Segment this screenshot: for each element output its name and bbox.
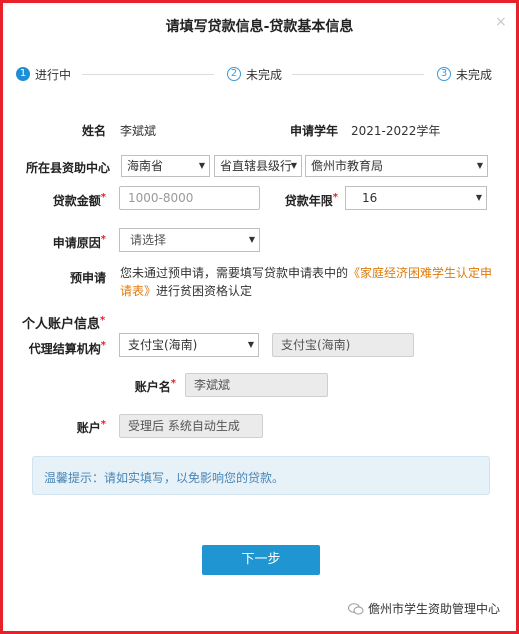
amount-label-text: 贷款金额: [52, 194, 101, 208]
required-mark: *: [100, 315, 106, 326]
term-select[interactable]: 16 ▼: [345, 186, 487, 210]
reason-select[interactable]: 请选择 ▼: [119, 228, 260, 252]
account-section-title: 个人账户信息*: [22, 313, 105, 332]
year-value: 2021-2022学年: [351, 124, 441, 138]
next-button[interactable]: 下一步: [202, 545, 320, 575]
step-2-icon: 2: [227, 67, 241, 81]
pre-label: 预申请: [69, 271, 106, 285]
agency-label-text: 代理结算机构: [28, 342, 101, 356]
account-label: 账户*: [40, 419, 106, 436]
tip-text: 温馨提示：请如实填写，以免影响您的贷款。: [44, 471, 285, 485]
reason-value: 请选择: [130, 233, 167, 247]
dialog-title: 请填写贷款信息-贷款基本信息: [165, 19, 354, 35]
step-connector: [82, 74, 214, 75]
agency-label: 代理结算机构*: [22, 340, 106, 357]
step-2-label: 未完成: [246, 68, 283, 82]
required-mark: *: [100, 340, 106, 351]
bureau-value: 儋州市教育局: [311, 159, 384, 173]
required-mark: *: [100, 234, 106, 245]
term-label-text: 贷款年限: [284, 194, 333, 208]
province-value: 海南省: [127, 159, 164, 173]
step-connector: [292, 74, 424, 75]
account-name-label-text: 账户名: [134, 380, 171, 394]
agency-readonly-field: 支付宝(海南): [272, 333, 414, 357]
tip-box: 温馨提示：请如实填写，以免影响您的贷款。: [32, 456, 490, 495]
dropdown-arrow-icon: ▼: [247, 340, 254, 349]
agency-select[interactable]: 支付宝(海南) ▼: [119, 333, 259, 357]
term-value: 16: [362, 191, 378, 205]
required-mark: *: [100, 419, 106, 430]
term-label: 贷款年限*: [270, 192, 338, 209]
pre-apply-text: 您未通过预申请，需要填写贷款申请表中的《家庭经济困难学生认定申请表》进行贫困资格…: [120, 264, 498, 300]
watermark: 儋州市学生资助管理中心: [348, 600, 500, 617]
dropdown-arrow-icon: ▼: [476, 161, 483, 170]
account-name-label: 账户名*: [120, 378, 176, 395]
amount-label: 贷款金额*: [40, 192, 106, 209]
dropdown-arrow-icon: ▼: [198, 161, 205, 170]
year-label: 申请学年: [289, 124, 338, 138]
watermark-text: 儋州市学生资助管理中心: [368, 602, 501, 616]
name-label: 姓名: [81, 124, 106, 138]
step-3-icon: 3: [437, 67, 451, 81]
required-mark: *: [170, 378, 176, 389]
pre-apply-message-end: 进行贫困资格认定: [156, 284, 253, 298]
amount-input[interactable]: 1000-8000: [119, 186, 260, 210]
dropdown-arrow-icon: ▼: [475, 193, 482, 202]
step-3-label: 未完成: [456, 68, 493, 82]
required-mark: *: [100, 192, 106, 203]
reason-label-text: 申请原因: [52, 236, 101, 250]
required-mark: *: [332, 192, 338, 203]
dropdown-arrow-icon: ▼: [290, 161, 297, 170]
agency-value: 支付宝(海南): [128, 338, 198, 352]
account-section-text: 个人账户信息: [22, 317, 101, 332]
reason-label: 申请原因*: [40, 234, 106, 251]
account-name-field: 李斌斌: [185, 373, 328, 397]
wechat-icon: [348, 603, 364, 615]
province-select[interactable]: 海南省 ▼: [121, 155, 210, 177]
account-label-text: 账户: [76, 421, 101, 435]
step-1-icon: 1: [16, 67, 30, 81]
bureau-select[interactable]: 儋州市教育局 ▼: [305, 155, 488, 177]
center-label: 所在县资助中心: [25, 161, 110, 175]
pre-apply-message: 您未通过预申请，需要填写贷款申请表中的: [120, 266, 349, 280]
account-field: 受理后 系统自动生成: [119, 414, 263, 438]
name-value: 李斌斌: [120, 124, 157, 138]
county-value: 省直辖县级行: [220, 159, 293, 173]
step-1-label: 进行中: [35, 68, 72, 82]
close-icon[interactable]: ×: [495, 14, 507, 30]
county-select[interactable]: 省直辖县级行 ▼: [214, 155, 302, 177]
dropdown-arrow-icon: ▼: [248, 235, 255, 244]
